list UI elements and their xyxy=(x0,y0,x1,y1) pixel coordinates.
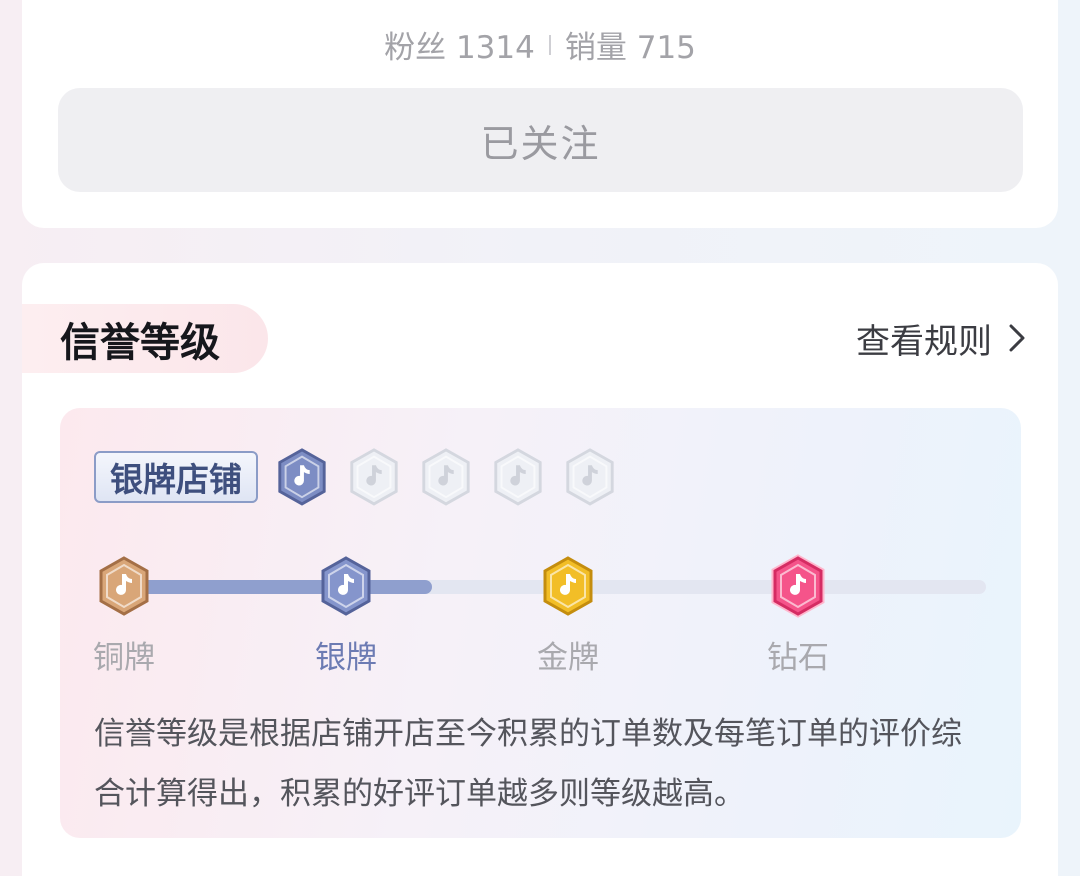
fans-count: 1314 xyxy=(455,30,535,66)
shop-info-card: 粉丝 1314 销量 715 已关注 xyxy=(22,0,1058,228)
level-silver-label: 银牌 xyxy=(315,640,377,676)
level-diamond-icon xyxy=(738,554,858,618)
level-gold: 金牌 xyxy=(508,554,628,677)
sub-level-hex-icon xyxy=(346,446,402,508)
sub-level-hex-icon xyxy=(562,446,618,508)
credit-level-title: 信誉等级 xyxy=(22,304,268,373)
sales-count: 715 xyxy=(636,30,696,66)
level-gold-icon xyxy=(508,554,628,618)
credit-level-panel: 银牌店铺 铜牌 银牌 金牌 钻石 信誉等级是根据店铺开店至今积累的订单数及每笔订… xyxy=(60,408,1021,838)
credit-level-card: 信誉等级 查看规则 银牌店铺 铜牌 银牌 金牌 钻石 信誉等级是根据店铺开店至今… xyxy=(22,263,1058,876)
followed-button[interactable]: 已关注 xyxy=(58,88,1023,192)
fans-label: 粉丝 xyxy=(384,30,447,66)
level-bronze-icon xyxy=(64,554,184,618)
sub-level-hex-icon xyxy=(418,446,474,508)
shop-stats: 粉丝 1314 销量 715 xyxy=(22,22,1058,67)
chevron-right-icon xyxy=(1009,324,1025,352)
level-diamond: 钻石 xyxy=(738,554,858,677)
level-bronze: 铜牌 xyxy=(64,554,184,677)
shop-level-badge: 银牌店铺 xyxy=(94,451,258,503)
level-diamond-label: 钻石 xyxy=(767,640,829,676)
view-rules-link[interactable]: 查看规则 xyxy=(856,315,1026,362)
level-gold-label: 金牌 xyxy=(537,640,599,676)
sales-label: 销量 xyxy=(564,30,627,66)
view-rules-label: 查看规则 xyxy=(856,321,992,362)
level-bronze-label: 铜牌 xyxy=(93,640,155,676)
level-silver-icon xyxy=(286,554,406,618)
badge-row: 银牌店铺 xyxy=(94,446,618,508)
stats-divider xyxy=(548,34,551,55)
sub-level-hex-icon xyxy=(274,446,330,508)
level-silver: 银牌 xyxy=(286,554,406,677)
credit-description: 信誉等级是根据店铺开店至今积累的订单数及每笔订单的评价综合计算得出，积累的好评订… xyxy=(94,716,962,812)
sub-level-hex-icon xyxy=(490,446,546,508)
